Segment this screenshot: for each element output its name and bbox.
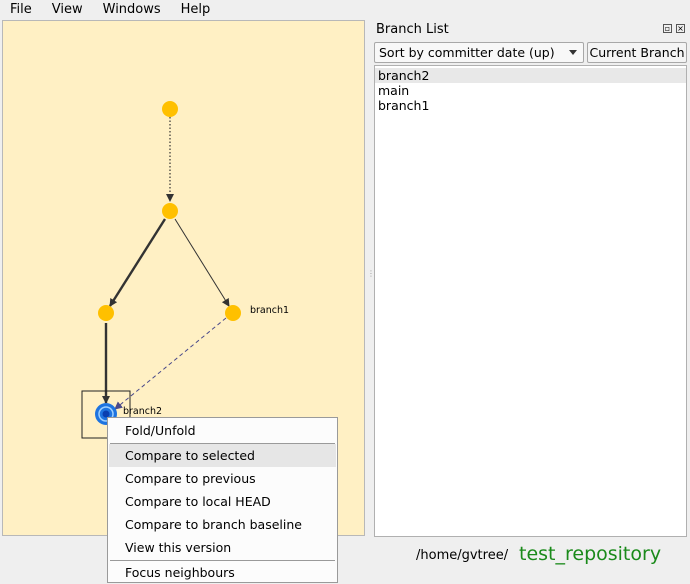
menu-item-compare-baseline[interactable]: Compare to branch baseline — [109, 513, 336, 536]
menu-item-view-version[interactable]: View this version — [109, 536, 336, 559]
splitter-handle[interactable]: ⋮ — [367, 270, 375, 288]
branch-list-item[interactable]: main — [375, 83, 686, 98]
menu-item-compare-selected[interactable]: Compare to selected — [109, 444, 336, 467]
repository-name: test_repository — [519, 543, 662, 565]
branch-list-item[interactable]: branch1 — [375, 98, 686, 113]
graph-edge-merge — [114, 317, 227, 410]
chevron-down-icon — [569, 50, 577, 55]
graph-edge-branch1 — [174, 218, 230, 307]
branch-list-item[interactable]: branch2 — [375, 68, 686, 83]
menu-help[interactable]: Help — [171, 0, 221, 20]
current-branch-button[interactable]: Current Branch — [587, 42, 687, 63]
menu-view[interactable]: View — [42, 0, 93, 20]
commit-node[interactable] — [98, 305, 114, 321]
menu-file[interactable]: File — [0, 0, 42, 20]
menu-bar: File View Windows Help — [0, 0, 690, 20]
repository-path: /home/gvtree/ — [416, 548, 509, 563]
sort-dropdown-value: Sort by committer date (up) — [379, 45, 555, 60]
context-menu: Fold/Unfold Compare to selected Compare … — [107, 417, 338, 583]
commit-node[interactable] — [162, 101, 178, 117]
close-icon[interactable]: × — [676, 24, 685, 33]
menu-item-compare-local-head[interactable]: Compare to local HEAD — [109, 490, 336, 513]
menu-windows[interactable]: Windows — [93, 0, 171, 20]
commit-node[interactable] — [162, 203, 178, 219]
float-icon[interactable]: ▫ — [663, 24, 672, 33]
branch-list: branch2 main branch1 — [374, 65, 687, 537]
graph-edge-main — [108, 218, 167, 307]
sort-dropdown[interactable]: Sort by committer date (up) — [374, 42, 584, 63]
node-label-branch2: branch2 — [123, 406, 162, 417]
commit-node-branch1[interactable] — [225, 305, 241, 321]
node-label-branch1: branch1 — [250, 305, 289, 316]
menu-item-focus-neighbours[interactable]: Focus neighbours — [109, 561, 336, 584]
menu-item-fold-unfold[interactable]: Fold/Unfold — [109, 419, 336, 442]
menu-item-compare-previous[interactable]: Compare to previous — [109, 467, 336, 490]
branch-list-title: Branch List — [376, 22, 449, 37]
